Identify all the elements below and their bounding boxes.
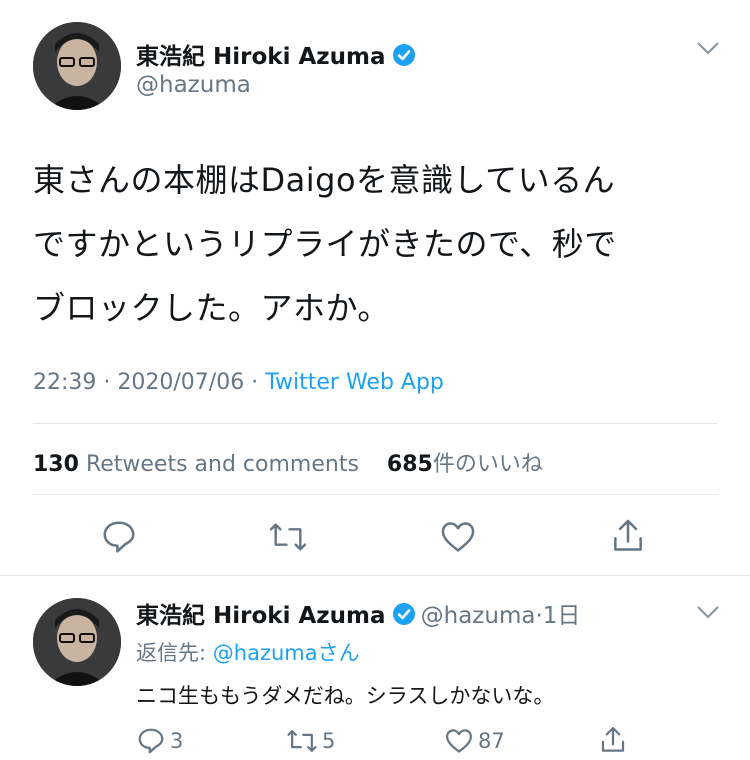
like-icon [446, 729, 472, 753]
reply-to-handle[interactable]: @hazumaさん [213, 641, 360, 665]
verified-badge-icon [392, 602, 416, 630]
verified-badge-icon [392, 43, 416, 73]
reply-age[interactable]: 1日 [543, 603, 581, 629]
reply-to-line: 返信先: @hazumaさん [136, 637, 360, 667]
tweet-stats: 130 Retweets and comments 685件のいいね [33, 446, 543, 478]
like-icon [441, 522, 475, 552]
tweet-text: 東さんの本棚はDaigoを意識しているん ですかというリプライがきたので、秒で … [33, 148, 733, 340]
reply-button[interactable] [100, 518, 138, 556]
tweet-date[interactable]: 2020/07/06 [117, 370, 244, 395]
reply-text: ニコ生ももうダメだね。シラスしかないな。 [136, 684, 555, 708]
author-avatar[interactable] [33, 22, 121, 110]
author-name-text[interactable]: 東浩紀 Hiroki Azuma [136, 44, 386, 70]
author-name[interactable]: 東浩紀 Hiroki Azuma [136, 37, 416, 73]
reply-to-prefix: 返信先: [136, 641, 213, 665]
retweets-count: 130 [33, 452, 79, 477]
like-count: 87 [478, 729, 505, 753]
tweet-text-line: ですかというリプライがきたので、秒で [33, 225, 617, 263]
tweet-time[interactable]: 22:39 [33, 370, 96, 395]
share-icon [601, 727, 625, 752]
divider [33, 423, 718, 424]
retweet-icon [269, 523, 307, 551]
reply-header: 東浩紀 Hiroki Azuma @hazuma·1日 [136, 596, 580, 630]
retweets-stat[interactable]: 130 Retweets and comments [33, 452, 359, 477]
reply-count: 3 [170, 729, 184, 753]
meta-separator: · [103, 370, 118, 395]
reply-reply-button[interactable]: 3 [136, 726, 183, 756]
retweet-button[interactable] [268, 518, 308, 556]
reply-author-avatar[interactable] [33, 598, 121, 686]
share-icon [614, 519, 642, 551]
chevron-down-icon[interactable] [696, 604, 720, 624]
like-button[interactable] [439, 518, 477, 556]
tweet-text-line: ブロックした。アホか。 [33, 289, 390, 327]
reply-retweet-button[interactable]: 5 [286, 726, 335, 756]
likes-stat[interactable]: 685件のいいね [387, 452, 543, 477]
tweet-text-line: 東さんの本棚はDaigoを意識しているん [33, 161, 616, 199]
share-button[interactable] [609, 516, 647, 556]
divider [33, 494, 718, 495]
reply-icon [103, 521, 135, 553]
chevron-down-icon[interactable] [696, 40, 720, 60]
tweet-source-link[interactable]: Twitter Web App [265, 370, 444, 395]
tweet-meta: 22:39 · 2020/07/06 · Twitter Web App [33, 370, 444, 395]
likes-label: 件のいいね [432, 452, 543, 477]
reply-author-name[interactable]: 東浩紀 Hiroki Azuma [136, 603, 386, 629]
reply-icon [138, 728, 164, 754]
likes-count: 685 [386, 452, 433, 477]
reply-age-separator: · [535, 603, 543, 629]
retweet-count: 5 [322, 729, 336, 753]
reply-like-button[interactable]: 87 [444, 726, 505, 756]
reply-share-button[interactable] [598, 724, 628, 756]
retweet-icon [287, 730, 317, 752]
divider [0, 575, 750, 576]
reply-author-handle[interactable]: @hazuma [421, 603, 536, 629]
author-handle[interactable]: @hazuma [136, 72, 251, 98]
meta-separator: · [251, 370, 266, 395]
retweets-label: Retweets and comments [85, 452, 359, 477]
